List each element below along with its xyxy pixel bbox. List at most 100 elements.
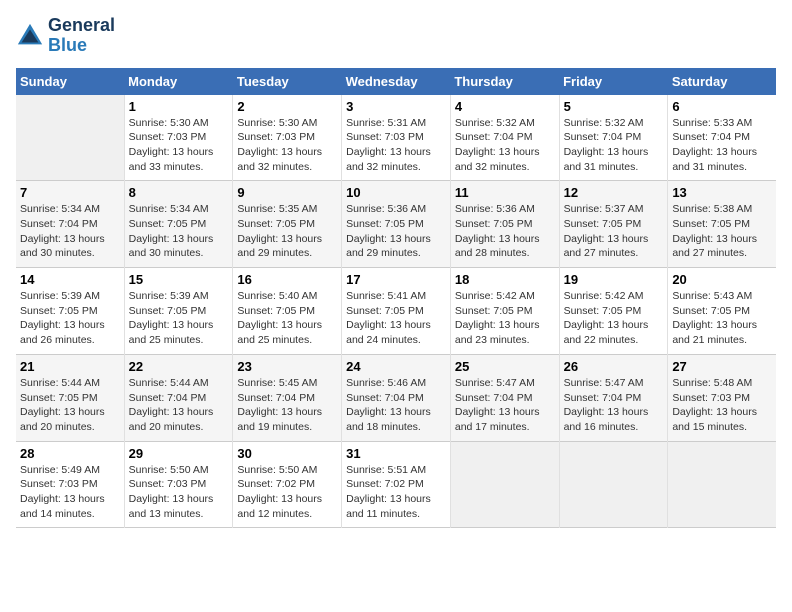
- day-number: 19: [564, 272, 664, 287]
- day-number: 7: [20, 185, 120, 200]
- week-row-4: 21 Sunrise: 5:44 AMSunset: 7:05 PMDayligh…: [16, 354, 776, 441]
- day-info: Sunrise: 5:32 AMSunset: 7:04 PMDaylight:…: [564, 116, 664, 175]
- calendar-cell: 19 Sunrise: 5:42 AMSunset: 7:05 PMDayligh…: [559, 268, 668, 355]
- day-info: Sunrise: 5:48 AMSunset: 7:03 PMDaylight:…: [672, 376, 772, 435]
- day-header-tuesday: Tuesday: [233, 68, 342, 95]
- day-number: 10: [346, 185, 446, 200]
- day-header-friday: Friday: [559, 68, 668, 95]
- day-header-saturday: Saturday: [668, 68, 776, 95]
- calendar-cell: 30 Sunrise: 5:50 AMSunset: 7:02 PMDayligh…: [233, 441, 342, 528]
- calendar-cell: 18 Sunrise: 5:42 AMSunset: 7:05 PMDayligh…: [450, 268, 559, 355]
- day-number: 17: [346, 272, 446, 287]
- calendar-cell: 2 Sunrise: 5:30 AMSunset: 7:03 PMDaylight…: [233, 95, 342, 181]
- calendar-cell: 5 Sunrise: 5:32 AMSunset: 7:04 PMDaylight…: [559, 95, 668, 181]
- day-info: Sunrise: 5:44 AMSunset: 7:05 PMDaylight:…: [20, 376, 120, 435]
- day-number: 6: [672, 99, 772, 114]
- day-info: Sunrise: 5:34 AMSunset: 7:04 PMDaylight:…: [20, 202, 120, 261]
- day-header-monday: Monday: [124, 68, 233, 95]
- day-number: 15: [129, 272, 229, 287]
- week-row-3: 14 Sunrise: 5:39 AMSunset: 7:05 PMDayligh…: [16, 268, 776, 355]
- day-header-sunday: Sunday: [16, 68, 124, 95]
- calendar-cell: 25 Sunrise: 5:47 AMSunset: 7:04 PMDayligh…: [450, 354, 559, 441]
- day-info: Sunrise: 5:46 AMSunset: 7:04 PMDaylight:…: [346, 376, 446, 435]
- calendar-cell: 6 Sunrise: 5:33 AMSunset: 7:04 PMDaylight…: [668, 95, 776, 181]
- day-number: 30: [237, 446, 337, 461]
- day-info: Sunrise: 5:33 AMSunset: 7:04 PMDaylight:…: [672, 116, 772, 175]
- day-info: Sunrise: 5:38 AMSunset: 7:05 PMDaylight:…: [672, 202, 772, 261]
- day-number: 26: [564, 359, 664, 374]
- day-info: Sunrise: 5:39 AMSunset: 7:05 PMDaylight:…: [20, 289, 120, 348]
- day-info: Sunrise: 5:43 AMSunset: 7:05 PMDaylight:…: [672, 289, 772, 348]
- week-row-2: 7 Sunrise: 5:34 AMSunset: 7:04 PMDaylight…: [16, 181, 776, 268]
- calendar-cell: 1Sunrise: 5:30 AMSunset: 7:03 PMDaylight…: [124, 95, 233, 181]
- day-info: Sunrise: 5:50 AMSunset: 7:02 PMDaylight:…: [237, 463, 337, 522]
- day-number: 4: [455, 99, 555, 114]
- calendar-cell: 28 Sunrise: 5:49 AMSunset: 7:03 PMDayligh…: [16, 441, 124, 528]
- calendar-cell: 31Sunrise: 5:51 AMSunset: 7:02 PMDayligh…: [342, 441, 451, 528]
- day-info: Sunrise: 5:42 AMSunset: 7:05 PMDaylight:…: [564, 289, 664, 348]
- day-info: Sunrise: 5:36 AMSunset: 7:05 PMDaylight:…: [346, 202, 446, 261]
- day-info: Sunrise: 5:39 AMSunset: 7:05 PMDaylight:…: [129, 289, 229, 348]
- day-number: 2: [237, 99, 337, 114]
- calendar-header: SundayMondayTuesdayWednesdayThursdayFrid…: [16, 68, 776, 95]
- day-number: 16: [237, 272, 337, 287]
- calendar-cell: 8 Sunrise: 5:34 AMSunset: 7:05 PMDaylight…: [124, 181, 233, 268]
- week-row-5: 28 Sunrise: 5:49 AMSunset: 7:03 PMDayligh…: [16, 441, 776, 528]
- day-number: 20: [672, 272, 772, 287]
- calendar-cell: 17 Sunrise: 5:41 AMSunset: 7:05 PMDayligh…: [342, 268, 451, 355]
- day-number: 22: [129, 359, 229, 374]
- calendar-cell: 10 Sunrise: 5:36 AMSunset: 7:05 PMDayligh…: [342, 181, 451, 268]
- day-number: 21: [20, 359, 120, 374]
- calendar-cell: 13 Sunrise: 5:38 AMSunset: 7:05 PMDayligh…: [668, 181, 776, 268]
- day-info: Sunrise: 5:30 AMSunset: 7:03 PMDaylight:…: [237, 116, 337, 175]
- day-number: 28: [20, 446, 120, 461]
- day-info: Sunrise: 5:32 AMSunset: 7:04 PMDaylight:…: [455, 116, 555, 175]
- calendar-cell: 27 Sunrise: 5:48 AMSunset: 7:03 PMDayligh…: [668, 354, 776, 441]
- calendar-cell: [16, 95, 124, 181]
- day-info: Sunrise: 5:40 AMSunset: 7:05 PMDaylight:…: [237, 289, 337, 348]
- day-number: 31: [346, 446, 446, 461]
- calendar-cell: 11Sunrise: 5:36 AMSunset: 7:05 PMDayligh…: [450, 181, 559, 268]
- calendar-cell: 15 Sunrise: 5:39 AMSunset: 7:05 PMDayligh…: [124, 268, 233, 355]
- day-info: Sunrise: 5:36 AMSunset: 7:05 PMDaylight:…: [455, 202, 555, 261]
- day-number: 13: [672, 185, 772, 200]
- day-header-wednesday: Wednesday: [342, 68, 451, 95]
- calendar-cell: 21 Sunrise: 5:44 AMSunset: 7:05 PMDayligh…: [16, 354, 124, 441]
- week-row-1: 1 Sunrise: 5:30 AMSunset: 7:03 PMDaylight…: [16, 95, 776, 181]
- calendar-cell: 22 Sunrise: 5:44 AMSunset: 7:04 PMDayligh…: [124, 354, 233, 441]
- page-header: General Blue: [16, 16, 776, 56]
- day-number: 18: [455, 272, 555, 287]
- logo-icon: [16, 22, 44, 50]
- day-header-thursday: Thursday: [450, 68, 559, 95]
- logo: General Blue: [16, 16, 115, 56]
- day-info: Sunrise: 5:37 AMSunset: 7:05 PMDaylight:…: [564, 202, 664, 261]
- day-number: 1: [129, 99, 229, 114]
- day-info: Sunrise: 5:42 AMSunset: 7:05 PMDaylight:…: [455, 289, 555, 348]
- day-number: 5: [564, 99, 664, 114]
- day-number: 8: [129, 185, 229, 200]
- day-info: Sunrise: 5:47 AMSunset: 7:04 PMDaylight:…: [564, 376, 664, 435]
- calendar-cell: 7 Sunrise: 5:34 AMSunset: 7:04 PMDaylight…: [16, 181, 124, 268]
- day-number: 14: [20, 272, 120, 287]
- day-number: 27: [672, 359, 772, 374]
- day-info: Sunrise: 5:44 AMSunset: 7:04 PMDaylight:…: [129, 376, 229, 435]
- day-info: Sunrise: 5:41 AMSunset: 7:05 PMDaylight:…: [346, 289, 446, 348]
- calendar-cell: [450, 441, 559, 528]
- day-info: Sunrise: 5:47 AMSunset: 7:04 PMDaylight:…: [455, 376, 555, 435]
- day-info: Sunrise: 5:34 AMSunset: 7:05 PMDaylight:…: [129, 202, 229, 261]
- calendar-cell: 26 Sunrise: 5:47 AMSunset: 7:04 PMDayligh…: [559, 354, 668, 441]
- day-info: Sunrise: 5:35 AMSunset: 7:05 PMDaylight:…: [237, 202, 337, 261]
- calendar-cell: 20 Sunrise: 5:43 AMSunset: 7:05 PMDayligh…: [668, 268, 776, 355]
- day-info: Sunrise: 5:45 AMSunset: 7:04 PMDaylight:…: [237, 376, 337, 435]
- calendar-cell: 29Sunrise: 5:50 AMSunset: 7:03 PMDayligh…: [124, 441, 233, 528]
- calendar-table: SundayMondayTuesdayWednesdayThursdayFrid…: [16, 68, 776, 529]
- day-info: Sunrise: 5:49 AMSunset: 7:03 PMDaylight:…: [20, 463, 120, 522]
- day-number: 12: [564, 185, 664, 200]
- logo-text: General Blue: [48, 16, 115, 56]
- day-number: 25: [455, 359, 555, 374]
- calendar-cell: [559, 441, 668, 528]
- calendar-cell: 23Sunrise: 5:45 AMSunset: 7:04 PMDayligh…: [233, 354, 342, 441]
- day-info: Sunrise: 5:31 AMSunset: 7:03 PMDaylight:…: [346, 116, 446, 175]
- calendar-cell: 16 Sunrise: 5:40 AMSunset: 7:05 PMDayligh…: [233, 268, 342, 355]
- day-number: 24: [346, 359, 446, 374]
